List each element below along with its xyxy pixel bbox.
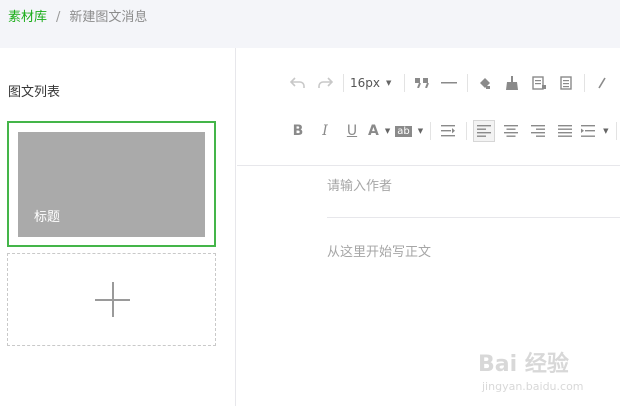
article-list-title: 图文列表 <box>8 85 61 100</box>
article-list-panel: 图文列表 标题 <box>0 48 236 406</box>
chevron-down-icon: ▼ <box>417 127 424 135</box>
insert-template-icon[interactable] <box>528 72 550 94</box>
watermark-brand: Bai 经验 <box>478 352 569 377</box>
chevron-down-icon: ▼ <box>386 79 392 87</box>
toolbar-separator <box>467 74 469 92</box>
align-right-icon[interactable] <box>527 120 549 142</box>
font-size-value: 16px <box>350 76 380 90</box>
link-icon[interactable] <box>591 72 613 94</box>
breadcrumb-material-library-link[interactable]: 素材库 <box>8 10 47 25</box>
toolbar-row-1: 16px ▼ <box>287 69 618 97</box>
font-color-label: A <box>368 123 379 139</box>
article-cover-placeholder: 标题 <box>18 132 205 237</box>
blockquote-icon[interactable] <box>411 72 433 94</box>
indent-icon[interactable] <box>437 120 459 142</box>
redo-icon[interactable] <box>314 72 336 94</box>
chevron-down-icon: ▼ <box>603 127 609 135</box>
author-underline <box>327 217 620 218</box>
font-size-select[interactable]: 16px ▼ <box>350 72 397 94</box>
toolbar-row-2: B I U A ▼ ab ▼ ▼ <box>287 117 620 145</box>
align-center-icon[interactable] <box>500 120 522 142</box>
underline-icon[interactable]: U <box>341 120 363 142</box>
add-article-button[interactable] <box>7 253 216 346</box>
toolbar-divider <box>237 165 620 166</box>
page-icon[interactable] <box>555 72 577 94</box>
horizontal-rule-icon[interactable] <box>438 72 460 94</box>
watermark-site: jingyan.baidu.com <box>482 380 584 393</box>
undo-icon[interactable] <box>287 72 309 94</box>
breadcrumb: 素材库 / 新建图文消息 <box>8 9 147 27</box>
breadcrumb-separator: / <box>56 10 61 25</box>
chevron-down-icon: ▼ <box>384 127 391 135</box>
breadcrumb-current-page: 新建图文消息 <box>69 10 148 25</box>
breadcrumb-bar: 素材库 / 新建图文消息 <box>0 0 620 48</box>
align-left-icon[interactable] <box>473 120 496 142</box>
article-card-selected[interactable]: 标题 <box>7 121 216 247</box>
font-color-icon[interactable]: A ▼ <box>368 120 390 142</box>
toolbar-separator <box>343 74 344 92</box>
background-color-label: ab <box>395 125 412 137</box>
italic-icon[interactable]: I <box>314 120 336 142</box>
toolbar-separator <box>615 122 617 140</box>
toolbar-separator <box>430 122 432 140</box>
watermark: Bai 经验 jingyan.baidu.com <box>478 346 616 402</box>
toolbar-separator <box>404 74 406 92</box>
article-cover-title: 标题 <box>34 210 61 225</box>
bold-icon[interactable]: B <box>287 120 309 142</box>
line-spacing-icon[interactable]: ▼ <box>581 120 609 142</box>
format-painter-icon[interactable] <box>474 72 496 94</box>
author-input[interactable]: 请输入作者 <box>327 175 392 194</box>
body-editor[interactable]: 从这里开始写正文 <box>327 241 431 260</box>
justify-icon[interactable] <box>554 120 576 142</box>
clear-format-icon[interactable] <box>501 72 523 94</box>
toolbar-separator <box>466 122 468 140</box>
toolbar-separator <box>584 74 586 92</box>
background-color-icon[interactable]: ab ▼ <box>395 120 423 142</box>
plus-icon-vertical <box>112 282 114 317</box>
